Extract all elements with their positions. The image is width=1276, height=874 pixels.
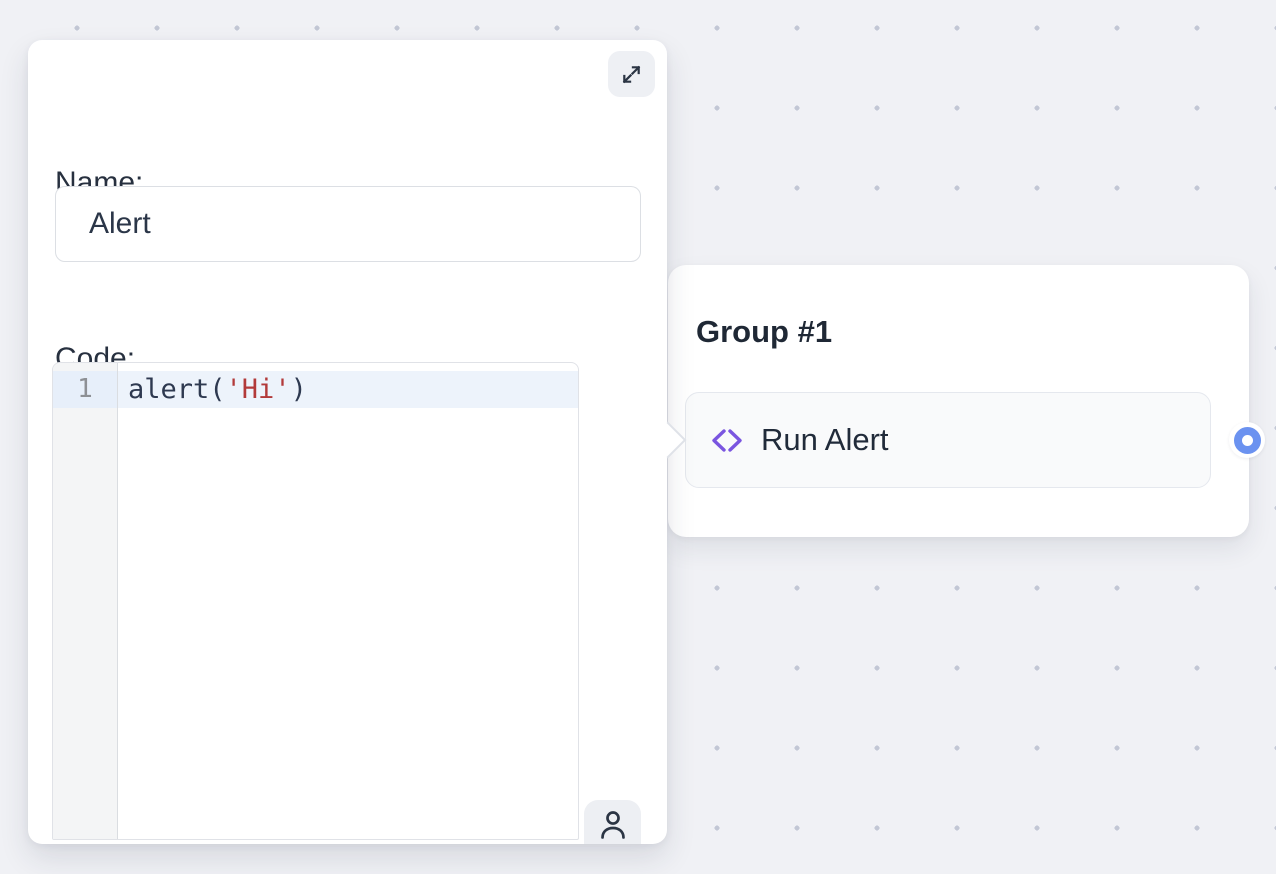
user-button[interactable] xyxy=(584,800,641,844)
output-handle[interactable] xyxy=(1229,422,1265,458)
expand-icon xyxy=(620,63,643,86)
code-icon xyxy=(710,427,744,454)
active-code-line[interactable]: 1 alert('Hi') xyxy=(53,371,578,408)
code-token-string: 'Hi' xyxy=(226,374,291,405)
expand-button[interactable] xyxy=(608,51,655,97)
group-title: Group #1 xyxy=(696,315,832,349)
line-number-gutter xyxy=(53,363,118,839)
node-label: Run Alert xyxy=(761,422,889,458)
name-input[interactable] xyxy=(55,186,641,262)
node-run-alert[interactable]: Run Alert xyxy=(685,392,1211,488)
code-token-close: ) xyxy=(291,374,307,405)
code-text[interactable]: alert('Hi') xyxy=(118,371,578,408)
node-editor-popover: Name: Code: 1 alert('Hi') xyxy=(28,40,667,844)
output-handle-ring xyxy=(1234,427,1261,454)
group-card: Group #1 Run Alert xyxy=(668,265,1249,537)
flow-canvas[interactable]: { "editor_panel": { "expand_button": { "… xyxy=(0,0,1276,874)
user-icon xyxy=(596,807,630,841)
code-token-call: alert( xyxy=(128,374,226,405)
code-editor[interactable]: 1 alert('Hi') xyxy=(52,362,579,840)
line-number: 1 xyxy=(53,371,118,408)
